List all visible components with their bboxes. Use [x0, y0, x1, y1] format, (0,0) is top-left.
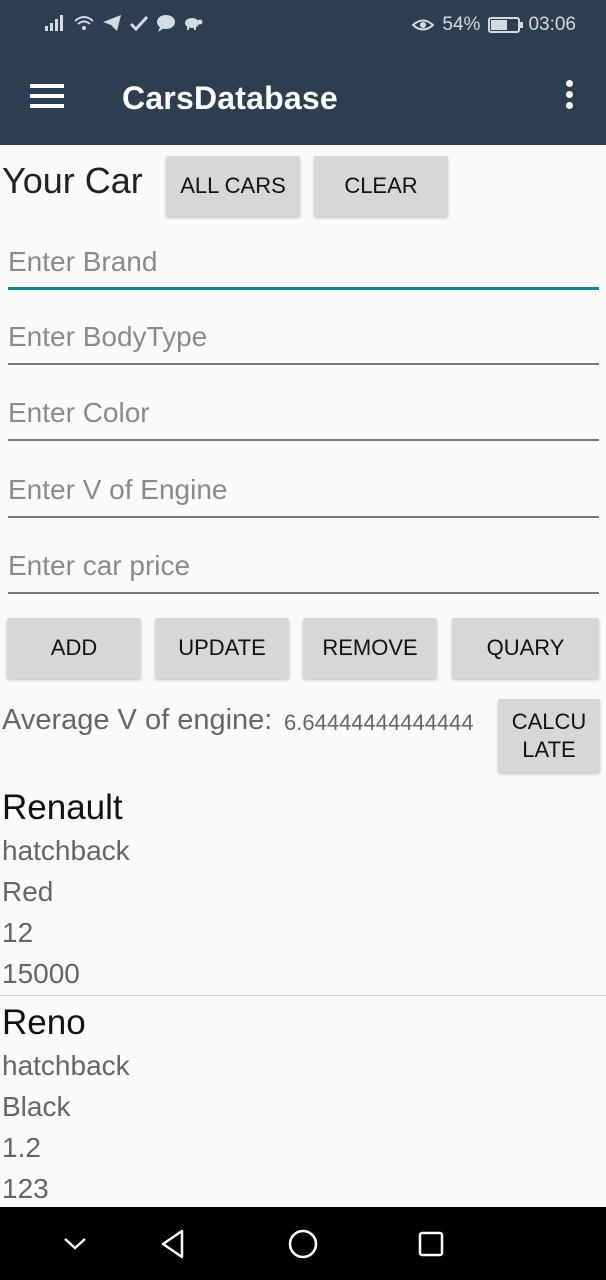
status-bar: 54% 03:06	[0, 0, 606, 50]
color-field[interactable]: Enter Color	[8, 381, 599, 441]
calculate-label-line2: LATE	[522, 736, 576, 762]
signal-icon	[45, 15, 63, 31]
list-divider	[0, 995, 606, 996]
clear-button[interactable]: CLEAR	[314, 156, 448, 216]
car-color: Red	[2, 876, 54, 907]
brand-underline	[8, 287, 599, 290]
battery-percent: 54%	[442, 14, 481, 35]
menu-icon[interactable]	[30, 84, 64, 110]
check-icon	[129, 15, 149, 32]
calculate-button[interactable]: CALCU LATE	[498, 699, 600, 772]
engine-placeholder: Enter V of Engine	[8, 474, 228, 505]
average-label: Average V of engine:	[2, 704, 273, 736]
average-value: 6.64444444444444	[284, 710, 474, 735]
update-button[interactable]: UPDATE	[155, 618, 289, 678]
body-type-underline	[8, 363, 599, 365]
quary-button[interactable]: QUARY	[452, 618, 599, 678]
car-price: 15000	[2, 958, 80, 989]
battery-icon	[488, 17, 524, 33]
app-title: CarsDatabase	[122, 80, 338, 116]
chevron-down-icon[interactable]	[45, 1207, 105, 1280]
brand-placeholder: Enter Brand	[8, 246, 158, 277]
list-item[interactable]: Reno hatchback Black 1.2 123	[0, 1000, 606, 1209]
status-icons-right: 54% 03:06	[412, 14, 576, 36]
car-engine: 12	[2, 917, 34, 948]
car-brand: Renault	[2, 788, 123, 827]
car-body-type: hatchback	[2, 1050, 130, 1081]
car-brand: Reno	[2, 1003, 86, 1042]
car-color: Black	[2, 1091, 71, 1122]
body-type-placeholder: Enter BodyType	[8, 321, 208, 352]
back-icon[interactable]	[143, 1207, 203, 1280]
car-body-type: hatchback	[2, 835, 130, 866]
engine-underline	[8, 516, 599, 518]
price-underline	[8, 592, 599, 594]
more-options-icon[interactable]	[562, 80, 576, 114]
eye-icon	[412, 19, 435, 31]
car-price: 123	[2, 1173, 49, 1204]
app-bar: CarsDatabase	[0, 50, 606, 145]
status-icons-left	[44, 14, 203, 32]
price-placeholder: Enter car price	[8, 550, 191, 581]
calculate-label-line1: CALCU	[511, 708, 587, 734]
brand-field[interactable]: Enter Brand	[8, 230, 599, 290]
list-item[interactable]: Renault hatchback Red 12 15000	[0, 785, 606, 994]
battery-fill	[491, 20, 507, 30]
color-underline	[8, 439, 599, 441]
price-field[interactable]: Enter car price	[8, 534, 599, 594]
body-type-field[interactable]: Enter BodyType	[8, 305, 599, 365]
telegram-icon	[103, 15, 121, 31]
chat-bubble-icon	[157, 15, 175, 32]
turtle-icon	[185, 18, 203, 30]
home-icon[interactable]	[273, 1207, 333, 1280]
wifi-icon	[74, 16, 94, 30]
add-button[interactable]: ADD	[7, 618, 141, 678]
color-placeholder: Enter Color	[8, 397, 150, 428]
navigation-bar	[0, 1207, 606, 1280]
recents-icon[interactable]	[401, 1207, 461, 1280]
all-cars-button[interactable]: ALL CARS	[166, 156, 300, 216]
engine-field[interactable]: Enter V of Engine	[8, 458, 599, 518]
your-car-label: Your Car	[2, 160, 143, 201]
remove-button[interactable]: REMOVE	[303, 618, 437, 678]
status-time: 03:06	[528, 14, 576, 35]
car-engine: 1.2	[2, 1132, 41, 1163]
